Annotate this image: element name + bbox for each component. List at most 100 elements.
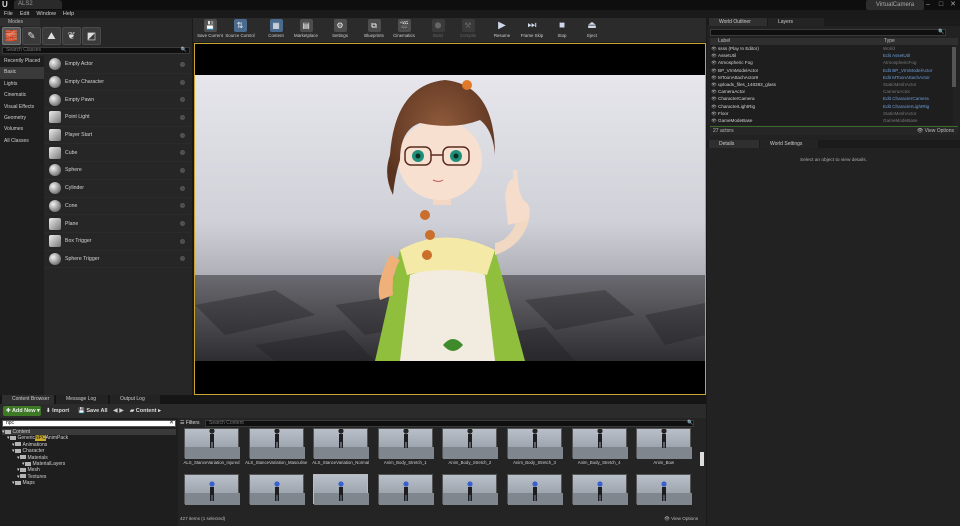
category-recently-placed[interactable]: Recently Placed (0, 56, 44, 67)
close-button[interactable]: ✕ (947, 0, 959, 10)
tab-content-browser[interactable]: Content Browser (2, 395, 54, 404)
asset-thumbnail[interactable] (636, 474, 693, 505)
add-new-button[interactable]: ✚ Add New ▾ (3, 406, 41, 416)
maximize-button[interactable]: □ (935, 0, 947, 10)
visibility-icon[interactable]: 👁 (710, 95, 718, 102)
tab-layers[interactable]: Layers (768, 18, 824, 26)
visibility-icon[interactable]: 👁 (710, 52, 718, 59)
compile-button[interactable]: ⚒ Compile (453, 18, 483, 42)
asset-thumbnail[interactable] (184, 474, 240, 505)
import-button[interactable]: ⬇ Import (46, 406, 74, 416)
document-tab[interactable]: ALS2 (14, 0, 62, 9)
tab-world-settings[interactable]: World Settings (760, 140, 818, 148)
place-item[interactable]: Empty Pawn? (45, 91, 191, 110)
asset-thumbnail[interactable] (248, 474, 305, 505)
help-icon[interactable]: ? (180, 150, 185, 156)
place-item[interactable]: Sphere? (45, 162, 191, 180)
visibility-icon[interactable]: 👁 (710, 67, 718, 74)
tab-output-log[interactable]: Output Log (110, 395, 160, 404)
menu-file[interactable]: File (4, 10, 13, 18)
back-icon[interactable]: ◀ (113, 408, 118, 414)
asset-thumbnail[interactable] (636, 428, 693, 459)
viewport-render[interactable] (195, 75, 705, 361)
asset-view-options[interactable]: 👁 View Options (664, 515, 698, 523)
outliner-row[interactable]: 👁 MToonAttachActor9 Edit MToonAttachActor (710, 74, 953, 81)
place-mode-icon[interactable]: 🧱 (2, 27, 21, 45)
outliner-row[interactable]: 👁 GameModeBase GameModeBase (710, 117, 953, 124)
help-icon[interactable]: ? (180, 132, 185, 138)
visibility-icon[interactable]: 👁 (710, 45, 718, 52)
help-icon[interactable]: ? (180, 185, 185, 191)
clear-search-icon[interactable]: ✕ (169, 419, 174, 426)
outliner-row[interactable]: 👁 ssss (Play In Editor) World (710, 45, 953, 52)
paint-mode-icon[interactable]: ✎ (22, 27, 41, 45)
content-button[interactable]: ▦ Content (261, 18, 291, 42)
asset-thumbnail[interactable] (442, 474, 499, 505)
search-classes-input[interactable]: Search Classes 🔍 (2, 47, 190, 54)
folder-tree-item[interactable]: ▾ Maps (2, 480, 176, 486)
settings-button[interactable]: ⚙ Settings (325, 18, 355, 42)
tab-message-log[interactable]: Message Log (56, 395, 108, 404)
help-icon[interactable]: ? (180, 221, 185, 227)
asset-thumbnail[interactable] (571, 428, 628, 459)
menu-edit[interactable]: Edit (20, 10, 29, 18)
minimize-button[interactable]: – (922, 0, 934, 10)
save-current-button[interactable]: 💾 Save Current (195, 18, 225, 42)
place-item[interactable]: Empty Actor? (45, 56, 191, 74)
asset-thumbnail[interactable] (507, 428, 563, 459)
tab-modes[interactable]: Modes (0, 18, 40, 26)
outliner-row[interactable]: 👁 uploads_files_148383_glass StaticMeshAct… (710, 81, 953, 88)
asset-thumbnail[interactable] (184, 428, 240, 459)
tab-world-outliner[interactable]: World Outliner (709, 18, 767, 26)
category-visual-effects[interactable]: Visual Effects (0, 102, 44, 113)
asset-thumbnail[interactable] (248, 428, 305, 459)
place-item[interactable]: Point Light? (45, 109, 191, 127)
outliner-row[interactable]: 👁 AssetUtil Edit AssetUtil (710, 52, 953, 59)
marketplace-button[interactable]: ▤ Marketplace (291, 18, 321, 42)
build-button[interactable]: ⬢ Build (423, 18, 453, 42)
resume-button[interactable]: ▶ Resume (487, 18, 517, 42)
help-icon[interactable]: ? (180, 61, 185, 67)
menu-window[interactable]: Window (36, 10, 56, 18)
help-icon[interactable]: ? (180, 167, 185, 173)
outliner-row-type[interactable]: Edit CharacterCamera (883, 95, 929, 102)
breadcrumb[interactable]: ▰ Content ▸ (130, 406, 180, 416)
place-item[interactable]: Cylinder? (45, 180, 191, 198)
category-volumes[interactable]: Volumes (0, 124, 44, 135)
outliner-scrollbar[interactable] (952, 47, 956, 87)
outliner-search-input[interactable] (710, 29, 946, 36)
help-icon[interactable]: ? (180, 256, 185, 262)
asset-scrollbar[interactable] (700, 452, 704, 466)
stop-button[interactable]: ■ Stop (547, 18, 577, 42)
asset-thumbnail[interactable] (313, 428, 370, 459)
visibility-icon[interactable]: 👁 (710, 88, 718, 95)
eject-button[interactable]: ⏏ Eject (577, 18, 607, 42)
save-all-button[interactable]: 💾 Save All (78, 406, 110, 416)
outliner-row[interactable]: 👁 Atmospheric Fog AtmosphericFog (710, 59, 953, 66)
asset-thumbnail[interactable] (571, 474, 628, 505)
category-geometry[interactable]: Geometry (0, 113, 44, 124)
help-icon[interactable]: ? (180, 79, 185, 85)
filters-button[interactable]: ☰ Filters (180, 420, 203, 427)
outliner-row-type[interactable]: Edit MToonAttachActor (883, 74, 930, 81)
place-item[interactable]: Sphere Trigger? (45, 251, 191, 269)
foliage-mode-icon[interactable]: ❦ (62, 27, 81, 45)
help-icon[interactable]: ? (180, 203, 185, 209)
geometry-mode-icon[interactable]: ◩ (82, 27, 101, 45)
asset-thumbnail[interactable] (507, 474, 563, 505)
history-nav[interactable]: ◀ ▶ (113, 406, 129, 416)
category-all-classes[interactable]: All Classes (0, 136, 44, 147)
blueprints-button[interactable]: ⧉ Blueprints (359, 18, 389, 42)
tab-details[interactable]: Details (709, 140, 759, 148)
visibility-icon[interactable]: 👁 (710, 110, 718, 117)
visibility-icon[interactable]: 👁 (710, 103, 718, 110)
visibility-icon[interactable]: 👁 (710, 81, 718, 88)
place-item[interactable]: Cone? (45, 198, 191, 216)
category-lights[interactable]: Lights (0, 79, 44, 90)
category-basic[interactable]: Basic (0, 67, 44, 79)
outliner-row[interactable]: 👁 CameraActor CameraActor (710, 88, 953, 95)
place-item[interactable]: Player Start? (45, 127, 191, 145)
outliner-row-type[interactable]: Edit BP_VrmModelActor (883, 67, 932, 74)
landscape-mode-icon[interactable]: ⛰ (42, 27, 61, 45)
place-item[interactable]: Plane? (45, 215, 191, 233)
